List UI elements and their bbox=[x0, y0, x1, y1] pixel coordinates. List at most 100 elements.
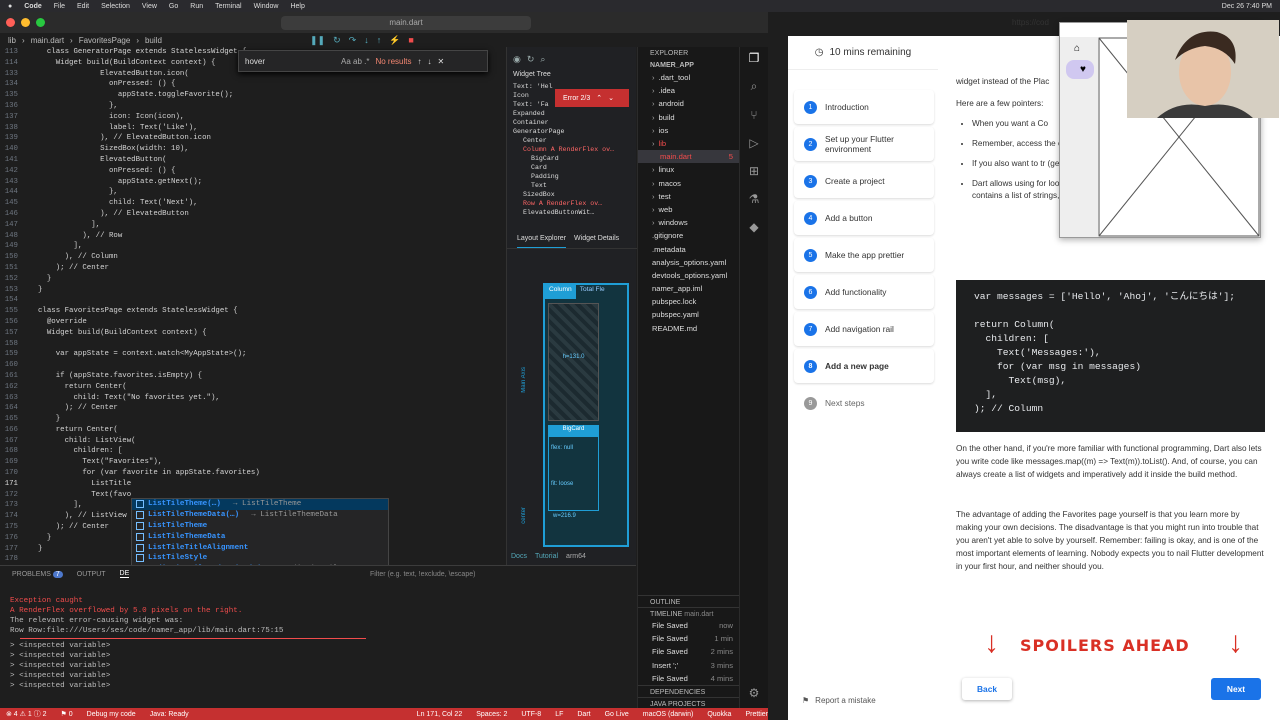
line-text[interactable] bbox=[24, 360, 38, 371]
folder-item[interactable]: lib bbox=[638, 137, 739, 150]
outline-section[interactable]: OUTLINE bbox=[638, 595, 739, 607]
step-item[interactable]: 7 Add navigation rail bbox=[794, 312, 934, 346]
status-item[interactable]: Debug my code bbox=[87, 711, 136, 718]
project-folder[interactable]: NAMER_APP bbox=[638, 59, 739, 71]
file-item[interactable]: pubspec.yaml bbox=[638, 308, 739, 321]
code-line[interactable]: 138 label: Text('Like'), bbox=[0, 123, 505, 134]
menu-item-help[interactable]: Help bbox=[290, 3, 304, 10]
line-text[interactable]: SizedBox(width: 10), bbox=[24, 144, 189, 155]
zoom-window-icon[interactable] bbox=[36, 18, 45, 27]
tree-node[interactable]: GeneratorPage bbox=[511, 127, 636, 136]
menu-item-file[interactable]: File bbox=[54, 3, 65, 10]
menu-item-window[interactable]: Window bbox=[254, 3, 279, 10]
code-line[interactable]: 155 class FavoritesPage extends Stateless… bbox=[0, 306, 505, 317]
code-line[interactable]: 167 child: ListView( bbox=[0, 436, 505, 447]
tab-debug-console[interactable]: DE bbox=[119, 570, 130, 578]
console-filter-input[interactable]: Filter (e.g. text, !exclude, \escape) bbox=[370, 568, 570, 580]
line-text[interactable]: } bbox=[24, 533, 51, 544]
line-text[interactable]: class FavoritesPage extends StatelessWid… bbox=[24, 306, 238, 317]
breadcrumb-item[interactable]: build bbox=[145, 36, 162, 45]
line-text[interactable]: Text("Favorites"), bbox=[24, 457, 162, 468]
line-text[interactable]: Text(favo bbox=[24, 490, 131, 501]
code-line[interactable]: 141 ElevatedButton( bbox=[0, 155, 505, 166]
code-line[interactable]: 140 SizedBox(width: 10), bbox=[0, 144, 505, 155]
menu-item-selection[interactable]: Selection bbox=[101, 3, 130, 10]
line-text[interactable]: ); // Center bbox=[24, 522, 109, 533]
step-item[interactable]: 8 Add a new page bbox=[794, 349, 934, 383]
flutter-icon[interactable]: ◆ bbox=[749, 220, 758, 234]
code-line[interactable]: 159 var appState = context.watch<MyAppSt… bbox=[0, 349, 505, 360]
tab-problems[interactable]: PROBLEMS 7 bbox=[12, 570, 63, 578]
search-icon[interactable]: ⌕ bbox=[751, 79, 758, 94]
status-item[interactable]: ⚑ 0 bbox=[61, 710, 73, 718]
line-text[interactable]: ], bbox=[24, 500, 82, 511]
tree-node[interactable]: Column A RenderFlex ov… bbox=[511, 145, 636, 154]
code-line[interactable]: 139 ), // ElevatedButton.icon bbox=[0, 133, 505, 144]
line-text[interactable]: child: Text('Next'), bbox=[24, 198, 198, 209]
line-text[interactable]: ); // Center bbox=[24, 263, 109, 274]
explorer-icon[interactable]: ❐ bbox=[749, 51, 760, 65]
close-find-icon[interactable]: ✕ bbox=[437, 57, 444, 66]
tab-layout-explorer[interactable]: Layout Explorer bbox=[517, 235, 567, 248]
hot-reload-icon[interactable]: ⚡ bbox=[389, 35, 400, 46]
code-line[interactable]: 161 if (appState.favorites.isEmpty) { bbox=[0, 371, 505, 382]
line-text[interactable]: appState.getNext(); bbox=[24, 177, 202, 188]
status-item[interactable]: Dart bbox=[577, 711, 590, 718]
line-text[interactable]: ), // ElevatedButton bbox=[24, 209, 189, 220]
url-bar[interactable]: https://cod bbox=[1012, 18, 1049, 27]
status-item[interactable]: Spaces: 2 bbox=[476, 711, 507, 718]
close-window-icon[interactable] bbox=[6, 18, 15, 27]
code-line[interactable]: 170 for (var favorite in appState.favori… bbox=[0, 468, 505, 479]
breadcrumb-item[interactable]: lib bbox=[8, 36, 16, 45]
code-line[interactable]: 164 ); // Center bbox=[0, 403, 505, 414]
autocomplete-item[interactable]: ListTileStyle bbox=[132, 553, 388, 564]
status-item[interactable]: Prettier bbox=[745, 711, 768, 718]
code-line[interactable]: 168 children: [ bbox=[0, 446, 505, 457]
line-text[interactable]: ListTitle bbox=[24, 479, 131, 490]
code-line[interactable]: 154 bbox=[0, 295, 505, 306]
line-text[interactable]: } bbox=[24, 274, 51, 285]
status-item[interactable]: ⊗ 4 ⚠ 1 ⓘ 2 bbox=[6, 709, 47, 719]
file-item[interactable]: README.md bbox=[638, 322, 739, 335]
step-item[interactable]: 4 Add a button bbox=[794, 201, 934, 235]
next-match-icon[interactable]: ↓ bbox=[427, 57, 431, 66]
code-line[interactable]: 137 icon: Icon(icon), bbox=[0, 112, 505, 123]
tree-node[interactable]: Text bbox=[511, 181, 636, 190]
line-text[interactable]: Widget build(BuildContext context) { bbox=[24, 328, 207, 339]
autocomplete-item[interactable]: ListTileThemeData(…) → ListTileThemeData bbox=[132, 510, 388, 521]
line-text[interactable]: ], bbox=[24, 241, 82, 252]
folder-item[interactable]: test bbox=[638, 190, 739, 203]
status-item[interactable]: Ln 171, Col 22 bbox=[417, 711, 463, 718]
code-line[interactable]: 150 ), // Column bbox=[0, 252, 505, 263]
docs-link[interactable]: Docs bbox=[511, 553, 527, 565]
autocomplete-item[interactable]: ListTileTitleAlignment bbox=[132, 542, 388, 553]
tree-node[interactable]: Center bbox=[511, 136, 636, 145]
line-text[interactable]: }, bbox=[24, 101, 118, 112]
step-item[interactable]: 1 Introduction bbox=[794, 90, 934, 124]
code-line[interactable]: 151 ); // Center bbox=[0, 263, 505, 274]
file-item[interactable]: analysis_options.yaml bbox=[638, 256, 739, 269]
file-item[interactable]: namer_app.iml bbox=[638, 282, 739, 295]
testing-icon[interactable]: ⚗ bbox=[749, 192, 760, 206]
line-text[interactable]: return Center( bbox=[24, 425, 118, 436]
extensions-icon[interactable]: ⊞ bbox=[749, 164, 759, 178]
code-line[interactable]: 136 }, bbox=[0, 101, 505, 112]
step-into-icon[interactable]: ↓ bbox=[364, 35, 369, 46]
step-item[interactable]: 6 Add functionality bbox=[794, 275, 934, 309]
folder-item[interactable]: .dart_tool bbox=[638, 71, 739, 84]
line-text[interactable]: ElevatedButton.icon( bbox=[24, 69, 189, 80]
code-line[interactable]: 171 ListTitle bbox=[0, 479, 505, 490]
prev-match-icon[interactable]: ↑ bbox=[417, 57, 421, 66]
settings-gear-icon[interactable]: ⚙ bbox=[749, 686, 760, 700]
timeline-item[interactable]: Insert ';' 3 mins bbox=[638, 659, 739, 672]
toggle-select-mode-icon[interactable]: ◉ bbox=[513, 54, 521, 65]
refresh-tree-icon[interactable]: ↻ bbox=[527, 54, 535, 65]
line-text[interactable]: } bbox=[24, 544, 42, 555]
tutorial-link[interactable]: Tutorial bbox=[535, 553, 558, 565]
line-text[interactable]: ); // Center bbox=[24, 403, 118, 414]
file-item[interactable]: pubspec.lock bbox=[638, 295, 739, 308]
line-text[interactable]: onPressed: () { bbox=[24, 79, 176, 90]
timeline-section[interactable]: TIMELINE main.dart bbox=[638, 607, 739, 619]
line-text[interactable]: } bbox=[24, 285, 42, 296]
step-out-icon[interactable]: ↑ bbox=[377, 35, 382, 46]
